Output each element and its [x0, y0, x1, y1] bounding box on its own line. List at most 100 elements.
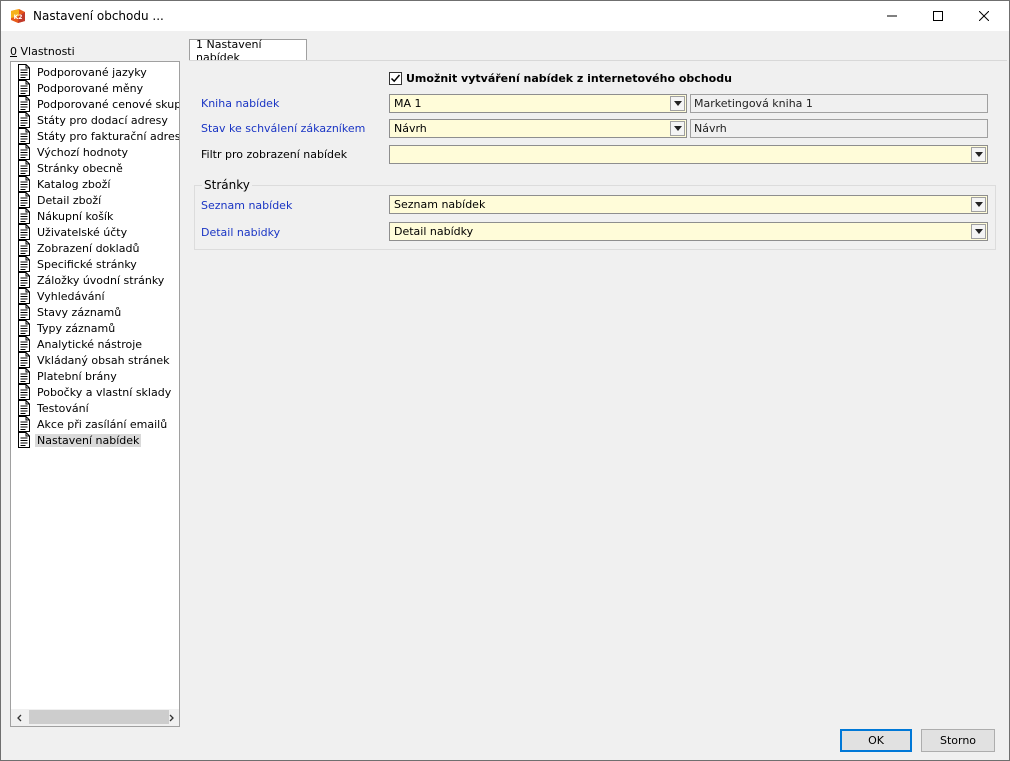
- tree-item-label: Nákupní košík: [37, 209, 114, 223]
- kniha-nabidek-dropdown-button[interactable]: [670, 96, 685, 111]
- stav-schvaleni-combo[interactable]: Návrh: [389, 119, 687, 138]
- document-icon: [17, 400, 31, 416]
- document-icon: [17, 112, 31, 128]
- kniha-nabidek-value: MA 1: [394, 97, 422, 110]
- tree-item[interactable]: Záložky úvodní stránky: [13, 272, 166, 288]
- tree-item[interactable]: Stavy záznamů: [13, 304, 123, 320]
- properties-panel-label: 0 Vlastnosti: [10, 45, 75, 58]
- document-icon: [17, 64, 31, 80]
- tree-item[interactable]: Analytické nástroje: [13, 336, 144, 352]
- tree-item-label: Typy záznamů: [37, 321, 116, 335]
- tree-item[interactable]: Státy pro dodací adresy: [13, 112, 170, 128]
- document-icon: [17, 96, 31, 112]
- k2-app-icon: K2: [10, 8, 26, 24]
- tab-nastaveni-nabidek[interactable]: 1 Nastavení nabídek: [189, 38, 307, 64]
- checkmark-icon: [390, 74, 401, 83]
- document-icon: [17, 224, 31, 240]
- tree-item[interactable]: Státy pro fakturační adresy: [13, 128, 179, 144]
- close-button[interactable]: [961, 1, 1007, 31]
- svg-text:K2: K2: [14, 14, 23, 21]
- tree-item[interactable]: Podporované jazyky: [13, 64, 149, 80]
- tree-item[interactable]: Uživatelské účty: [13, 224, 129, 240]
- tree-item-label: Specifické stránky: [37, 257, 137, 271]
- detail-nabidky-combo[interactable]: Detail nabídky: [389, 222, 988, 241]
- seznam-nabidek-value: Seznam nabídek: [394, 198, 486, 211]
- scroll-left-button[interactable]: [11, 709, 28, 726]
- window-title: Nastavení obchodu ...: [33, 9, 164, 23]
- detail-nabidky-label: Detail nabidky: [201, 226, 281, 239]
- tree-item[interactable]: Vyhledávání: [13, 288, 107, 304]
- seznam-nabidek-combo[interactable]: Seznam nabídek: [389, 195, 988, 214]
- tree-item-label: Analytické nástroje: [37, 337, 143, 351]
- kniha-nabidek-combo[interactable]: MA 1: [389, 94, 687, 113]
- tree-item-label: Stavy záznamů: [37, 305, 122, 319]
- tree-item[interactable]: Katalog zboží: [13, 176, 112, 192]
- stav-schvaleni-label: Stav ke schválení zákazníkem: [201, 122, 366, 135]
- scroll-right-button[interactable]: [162, 709, 179, 726]
- document-icon: [17, 128, 31, 144]
- document-icon: [17, 272, 31, 288]
- horizontal-scrollbar[interactable]: [11, 709, 179, 726]
- properties-tree[interactable]: Podporované jazyky Podporované měny Podpor…: [10, 61, 180, 727]
- tree-item-label: Podporované měny: [37, 81, 144, 95]
- enable-offers-label: Umožnit vytváření nabídek z internetovéh…: [406, 72, 732, 85]
- document-icon: [17, 256, 31, 272]
- tree-item[interactable]: Platební brány: [13, 368, 119, 384]
- filtr-label: Filtr pro zobrazení nabídek: [201, 148, 348, 161]
- tree-item-label: Státy pro dodací adresy: [37, 113, 168, 127]
- detail-nabidky-dropdown-button[interactable]: [971, 224, 986, 239]
- ok-button[interactable]: OK: [840, 729, 912, 752]
- tree-item[interactable]: Výchozí hodnoty: [13, 144, 130, 160]
- filtr-dropdown-button[interactable]: [971, 147, 986, 162]
- tree-item-label: Uživatelské účty: [37, 225, 128, 239]
- document-icon: [17, 144, 31, 160]
- tree-item[interactable]: Typy záznamů: [13, 320, 117, 336]
- tab-divider: [189, 60, 1007, 61]
- tree-item[interactable]: Testování: [13, 400, 91, 416]
- tree-item[interactable]: Akce při zasílání emailů: [13, 416, 169, 432]
- tree-item-label: Nastavení nabídek: [35, 433, 142, 447]
- tree-item-label: Pobočky a vlastní sklady: [37, 385, 172, 399]
- scroll-thumb[interactable]: [29, 710, 169, 724]
- filtr-combo[interactable]: [389, 145, 988, 164]
- chevron-down-icon: [974, 202, 983, 207]
- tree-item[interactable]: Detail zboží: [13, 192, 103, 208]
- cancel-button[interactable]: Storno: [921, 729, 995, 752]
- tree-item-label: Podporované cenové skupiny: [37, 97, 179, 111]
- chevron-down-icon: [974, 152, 983, 157]
- tree-item[interactable]: Nákupní košík: [13, 208, 115, 224]
- chevron-down-icon: [673, 126, 682, 131]
- tree-item-label: Státy pro fakturační adresy: [37, 129, 179, 143]
- minimize-button[interactable]: [869, 1, 915, 31]
- tree-item[interactable]: Stránky obecně: [13, 160, 125, 176]
- document-icon: [17, 80, 31, 96]
- tree-item[interactable]: Nastavení nabídek: [13, 432, 142, 448]
- seznam-nabidek-label: Seznam nabídek: [201, 199, 293, 212]
- enable-offers-checkbox[interactable]: [389, 72, 402, 85]
- stav-schvaleni-description: Návrh: [690, 119, 988, 138]
- properties-tree-list: Podporované jazyky Podporované měny Podpor…: [11, 62, 179, 710]
- maximize-button[interactable]: [915, 1, 961, 31]
- seznam-nabidek-dropdown-button[interactable]: [971, 197, 986, 212]
- document-icon: [17, 160, 31, 176]
- chevron-down-icon: [974, 229, 983, 234]
- tree-item[interactable]: Vkládaný obsah stránek: [13, 352, 171, 368]
- stav-schvaleni-dropdown-button[interactable]: [670, 121, 685, 136]
- tree-item[interactable]: Zobrazení dokladů: [13, 240, 141, 256]
- enable-offers-checkbox-row[interactable]: Umožnit vytváření nabídek z internetovéh…: [389, 72, 732, 85]
- document-icon: [17, 192, 31, 208]
- tree-item[interactable]: Podporované cenové skupiny: [13, 96, 179, 112]
- tree-item[interactable]: Specifické stránky: [13, 256, 139, 272]
- pages-group-title: Stránky: [202, 178, 252, 192]
- document-icon: [17, 304, 31, 320]
- title-bar[interactable]: K2 Nastavení obchodu ...: [1, 1, 1009, 31]
- kniha-nabidek-description: Marketingová kniha 1: [690, 94, 988, 113]
- tree-item-label: Platební brány: [37, 369, 117, 383]
- document-icon: [17, 416, 31, 432]
- tree-item-label: Podporované jazyky: [37, 65, 147, 79]
- close-icon: [979, 11, 989, 21]
- detail-nabidky-value: Detail nabídky: [394, 225, 474, 238]
- tree-item[interactable]: Pobočky a vlastní sklady: [13, 384, 173, 400]
- tree-item[interactable]: Podporované měny: [13, 80, 145, 96]
- tree-item-label: Stránky obecně: [37, 161, 123, 175]
